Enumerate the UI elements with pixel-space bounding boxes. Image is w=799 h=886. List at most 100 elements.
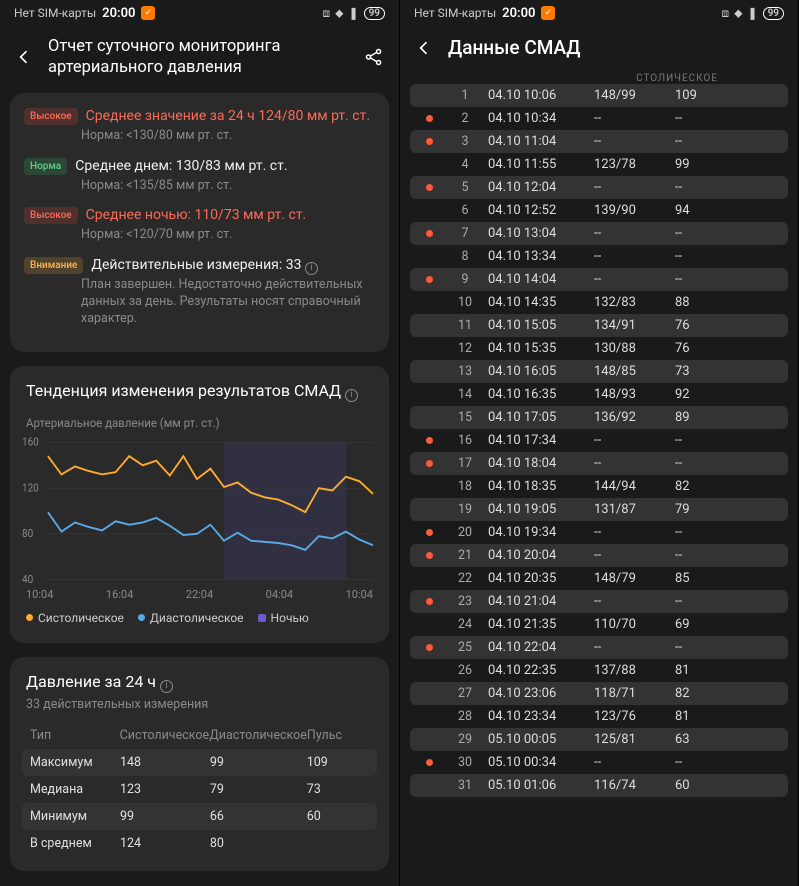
row-pulse: 81 (675, 709, 735, 724)
measurement-row[interactable]: 17 04.10 18:04 -- -- (410, 452, 788, 475)
table-row: Медиана1237973 (22, 776, 377, 803)
measurement-row[interactable]: 16 04.10 17:34 -- -- (410, 429, 788, 452)
back-icon[interactable] (14, 47, 34, 67)
row-time: 04.10 21:04 (488, 594, 588, 609)
row-pulse: 85 (675, 571, 735, 586)
share-icon[interactable] (363, 46, 385, 68)
error-flag-icon (426, 644, 433, 651)
error-flag-icon (416, 690, 423, 697)
measurement-row[interactable]: 2 04.10 10:34 -- -- (410, 107, 788, 130)
error-flag-icon (426, 552, 433, 559)
row-pulse: 88 (675, 295, 735, 310)
measurement-row[interactable]: 4 04.10 11:55 123/78 99 (410, 153, 788, 176)
row-time: 04.10 11:55 (488, 157, 588, 172)
error-flag-icon (416, 322, 423, 329)
row-pulse: -- (675, 640, 735, 655)
header: Отчет суточного мониторинга артериальног… (0, 26, 399, 93)
measurement-row[interactable]: 19 04.10 19:05 131/87 79 (410, 498, 788, 521)
row-time: 04.10 21:35 (488, 617, 588, 632)
bp-chart: 4080120160 (20, 436, 379, 586)
summary-value: Среднее значение за 24 ч 124/80 мм рт. с… (86, 107, 375, 126)
measurement-row[interactable]: 18 04.10 18:35 144/94 82 (410, 475, 788, 498)
row-index: 27 (448, 686, 482, 701)
measurement-row[interactable]: 11 04.10 15:05 134/91 76 (410, 314, 788, 337)
measurement-row[interactable]: 22 04.10 20:35 148/79 85 (410, 567, 788, 590)
row-time: 04.10 13:04 (488, 226, 588, 241)
row-pulse: 60 (675, 778, 735, 793)
measurement-row[interactable]: 24 04.10 21:35 110/70 69 (410, 613, 788, 636)
row-bp: 139/90 (594, 203, 669, 218)
row-bp: 137/88 (594, 663, 669, 678)
measurement-row[interactable]: 9 04.10 14:04 -- -- (410, 268, 788, 291)
info-icon[interactable]: i (345, 389, 358, 402)
summary-row: Высокое Среднее значение за 24 ч 124/80 … (24, 107, 375, 145)
measurement-row[interactable]: 21 04.10 20:04 -- -- (410, 544, 788, 567)
row-pulse: 76 (675, 341, 735, 356)
measurement-row[interactable]: 1 04.10 10:06 148/99 109 (410, 84, 788, 107)
measurement-row[interactable]: 20 04.10 19:34 -- -- (410, 521, 788, 544)
measurement-row[interactable]: 6 04.10 12:52 139/90 94 (410, 199, 788, 222)
battery-level: 99 (763, 7, 784, 20)
row-index: 28 (448, 709, 482, 724)
measurement-row[interactable]: 3 04.10 11:04 -- -- (410, 130, 788, 153)
row-bp: -- (594, 249, 669, 264)
error-flag-icon (416, 483, 423, 490)
stats-table: ТипСистолическоеДиастолическоеПульсМакси… (10, 722, 389, 867)
measurement-row[interactable]: 28 04.10 23:34 123/76 81 (410, 705, 788, 728)
measurement-row[interactable]: 27 04.10 23:06 118/71 82 (410, 682, 788, 705)
row-bp: 144/94 (594, 479, 669, 494)
svg-text:80: 80 (22, 527, 33, 540)
info-icon[interactable]: i (305, 262, 318, 275)
row-index: 8 (448, 249, 482, 264)
error-flag-icon (416, 299, 423, 306)
clock: 20:00 (502, 6, 535, 21)
measurement-row[interactable]: 13 04.10 16:05 148/85 73 (410, 360, 788, 383)
measurement-row[interactable]: 7 04.10 13:04 -- -- (410, 222, 788, 245)
page-title: Отчет суточного мониторинга артериальног… (48, 36, 349, 79)
dot-systolic-icon (26, 614, 33, 621)
row-pulse: -- (675, 272, 735, 287)
error-flag-icon (416, 667, 423, 674)
row-pulse: 73 (675, 364, 735, 379)
clock: 20:00 (102, 6, 135, 21)
measurement-row[interactable]: 10 04.10 14:35 132/83 88 (410, 291, 788, 314)
row-pulse: 63 (675, 732, 735, 747)
error-flag-icon (426, 598, 433, 605)
measurement-row[interactable]: 8 04.10 13:34 -- -- (410, 245, 788, 268)
error-flag-icon (416, 368, 423, 375)
row-index: 22 (448, 571, 482, 586)
info-icon[interactable]: i (160, 680, 173, 693)
measurement-row[interactable]: 26 04.10 22:35 137/88 81 (410, 659, 788, 682)
table-row: В среднем12480 (22, 830, 377, 857)
summary-norm: План завершен. Недостаточно действительн… (81, 277, 375, 328)
row-pulse: 89 (675, 410, 735, 425)
error-flag-icon (416, 253, 423, 260)
sim-status: Нет SIM-карты (14, 6, 96, 20)
measurement-row[interactable]: 30 05.10 00:34 -- -- (410, 751, 788, 774)
measurement-row[interactable]: 25 04.10 22:04 -- -- (410, 636, 788, 659)
row-bp: -- (594, 226, 669, 241)
row-time: 04.10 10:06 (488, 88, 588, 103)
trend-title: Тенденция изменения результатов СМАД i (10, 366, 389, 406)
row-time: 04.10 19:34 (488, 525, 588, 540)
measurement-row[interactable]: 5 04.10 12:04 -- -- (410, 176, 788, 199)
error-flag-icon (416, 782, 423, 789)
measurement-row[interactable]: 15 04.10 17:05 136/92 89 (410, 406, 788, 429)
row-bp: 132/83 (594, 295, 669, 310)
svg-text:120: 120 (22, 481, 39, 494)
measurement-row[interactable]: 31 05.10 01:06 116/74 60 (410, 774, 788, 797)
measurement-row[interactable]: 23 04.10 21:04 -- -- (410, 590, 788, 613)
row-pulse: 82 (675, 686, 735, 701)
header: Данные СМАД (400, 26, 798, 73)
chart-ylabel: Артериальное давление (мм рт. ст.) (10, 406, 389, 430)
row-time: 04.10 23:34 (488, 709, 588, 724)
row-bp: -- (594, 180, 669, 195)
back-icon[interactable] (414, 38, 434, 58)
measurements-list[interactable]: 1 04.10 10:06 148/99 109 2 04.10 10:34 -… (400, 84, 798, 797)
measurement-row[interactable]: 12 04.10 15:35 130/88 76 (410, 337, 788, 360)
measurement-row[interactable]: 29 05.10 00:05 125/81 63 (410, 728, 788, 751)
row-pulse: -- (675, 456, 735, 471)
row-bp: 131/87 (594, 502, 669, 517)
error-flag-icon (416, 713, 423, 720)
measurement-row[interactable]: 14 04.10 16:35 148/93 92 (410, 383, 788, 406)
